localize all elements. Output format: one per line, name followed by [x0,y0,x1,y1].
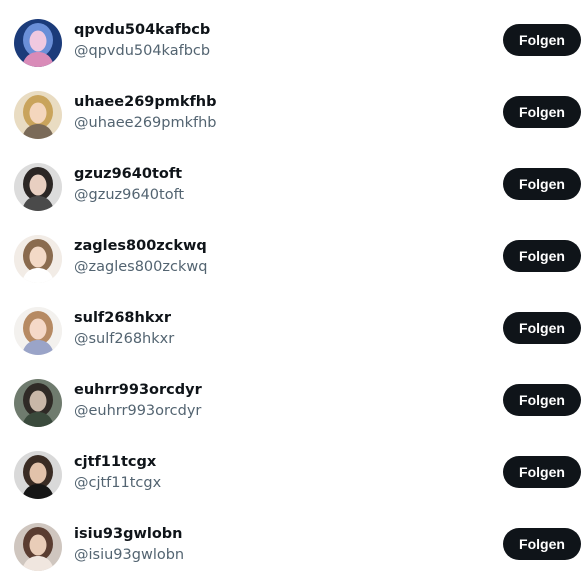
avatar-image [14,379,62,427]
username-handle[interactable]: @zagles800zckwq [74,257,207,277]
display-name[interactable]: uhaee269pmkfhb [74,92,217,112]
avatar[interactable] [14,235,62,283]
user-row[interactable]: uhaee269pmkfhb @uhaee269pmkfhb Folgen [0,72,585,144]
username-handle[interactable]: @gzuz9640toft [74,185,184,205]
display-name[interactable]: gzuz9640toft [74,164,182,184]
username-handle[interactable]: @isiu93gwlobn [74,545,184,565]
follow-button[interactable]: Folgen [503,312,581,344]
username-handle[interactable]: @sulf268hkxr [74,329,174,349]
display-name[interactable]: sulf268hkxr [74,308,171,328]
avatar[interactable] [14,91,62,139]
avatar-image [14,523,62,571]
display-name[interactable]: qpvdu504kafbcb [74,20,210,40]
avatar[interactable] [14,379,62,427]
follow-button[interactable]: Folgen [503,456,581,488]
display-name[interactable]: zagles800zckwq [74,236,207,256]
user-row[interactable]: sulf268hkxr @sulf268hkxr Folgen [0,288,585,360]
follow-button[interactable]: Folgen [503,96,581,128]
user-row[interactable]: gzuz9640toft @gzuz9640toft Folgen [0,144,585,216]
follow-button[interactable]: Folgen [503,168,581,200]
follow-button[interactable]: Folgen [503,384,581,416]
avatar-image [14,451,62,499]
username-handle[interactable]: @qpvdu504kafbcb [74,41,210,61]
avatar[interactable] [14,307,62,355]
user-row[interactable]: zagles800zckwq @zagles800zckwq Folgen [0,216,585,288]
username-handle[interactable]: @cjtf11tcgx [74,473,161,493]
display-name[interactable]: isiu93gwlobn [74,524,182,544]
follow-button[interactable]: Folgen [503,528,581,560]
avatar-image [14,163,62,211]
display-name[interactable]: euhrr993orcdyr [74,380,202,400]
avatar-image [14,91,62,139]
display-name[interactable]: cjtf11tcgx [74,452,156,472]
follow-button[interactable]: Folgen [503,24,581,56]
username-handle[interactable]: @uhaee269pmkfhb [74,113,217,133]
avatar[interactable] [14,163,62,211]
user-row[interactable]: euhrr993orcdyr @euhrr993orcdyr Folgen [0,360,585,432]
avatar[interactable] [14,19,62,67]
follow-button[interactable]: Folgen [503,240,581,272]
avatar[interactable] [14,451,62,499]
username-handle[interactable]: @euhrr993orcdyr [74,401,201,421]
avatar-image [14,235,62,283]
avatar[interactable] [14,523,62,571]
user-row[interactable]: cjtf11tcgx @cjtf11tcgx Folgen [0,432,585,504]
user-row[interactable]: qpvdu504kafbcb @qpvdu504kafbcb Folgen [0,0,585,72]
user-row[interactable]: isiu93gwlobn @isiu93gwlobn Folgen [0,504,585,576]
avatar-image [14,19,62,67]
avatar-image [14,307,62,355]
who-to-follow-list: qpvdu504kafbcb @qpvdu504kafbcb Folgen uh… [0,0,585,576]
